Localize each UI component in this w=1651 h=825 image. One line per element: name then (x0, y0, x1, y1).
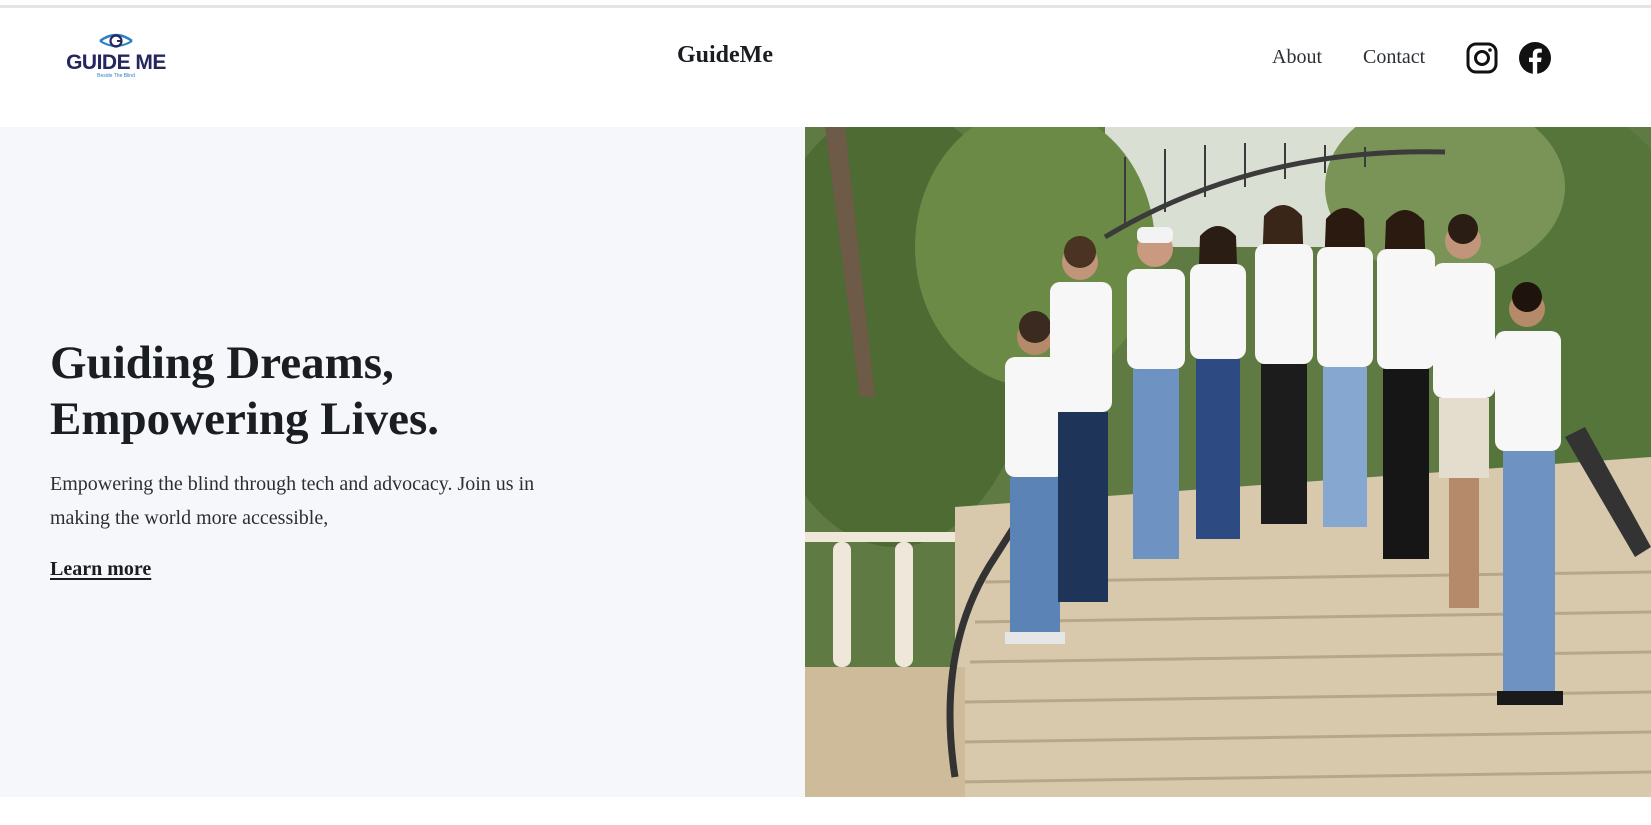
site-header: GUIDE ME Beside The Blind GuideMe About … (0, 8, 1651, 127)
learn-more-link[interactable]: Learn more (50, 558, 151, 581)
hero-title-line-2: Empowering Lives. (50, 393, 440, 445)
nav-contact[interactable]: Contact (1363, 46, 1425, 69)
site-title[interactable]: GuideMe (625, 42, 825, 69)
logo-tagline: Beside The Blind (97, 73, 135, 79)
group-photo-icon (805, 127, 1651, 797)
hero-description: Empowering the blind through tech and ad… (50, 473, 535, 529)
instagram-icon[interactable] (1465, 41, 1499, 75)
logo[interactable]: GUIDE ME Beside The Blind (66, 32, 166, 84)
hero-image (805, 127, 1651, 797)
hero-section: Guiding Dreams, Empowering Lives. Empowe… (0, 127, 805, 797)
facebook-icon[interactable] (1518, 41, 1552, 75)
hero-title: Guiding Dreams, Empowering Lives. (50, 335, 750, 447)
logo-text: GUIDE ME (66, 51, 166, 74)
hero-title-line-1: Guiding Dreams, (50, 337, 394, 389)
nav-about[interactable]: About (1272, 46, 1322, 69)
